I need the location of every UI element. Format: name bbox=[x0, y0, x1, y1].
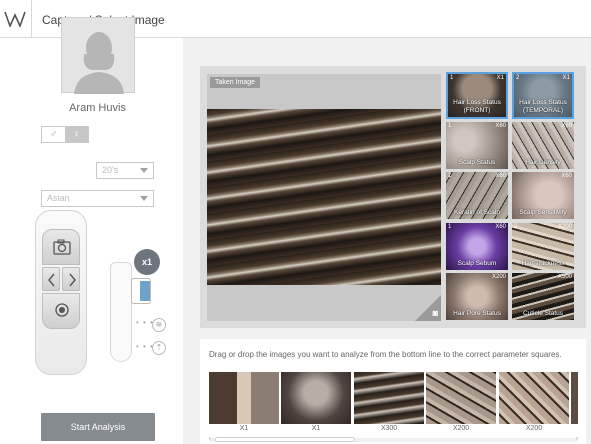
profile-panel bbox=[0, 38, 183, 444]
usb-icon[interactable]: ⇡ bbox=[152, 341, 166, 355]
person-silhouette-icon bbox=[74, 32, 124, 94]
param-hair-loss-front[interactable]: 1 X1 Hair Loss Status (FRONT) bbox=[446, 72, 508, 119]
camera-icon bbox=[53, 239, 71, 255]
user-name: Aram Huvis bbox=[69, 102, 126, 114]
camera-icon[interactable]: ◙ bbox=[433, 308, 438, 318]
slot-number: 1 bbox=[448, 173, 452, 179]
slot-label: Hair Pore Status bbox=[453, 310, 501, 317]
slot-number: 1 bbox=[448, 224, 452, 230]
slot-zoom: X1 bbox=[562, 75, 570, 81]
slot-zoom: X60 bbox=[495, 224, 506, 230]
drop-hint-text: Drag or drop the images you want to anal… bbox=[209, 350, 562, 359]
previous-button[interactable] bbox=[42, 267, 60, 291]
slot-zoom: X200 bbox=[557, 224, 572, 230]
slot-label: Scalp Status bbox=[458, 159, 496, 166]
slot-zoom: X60 bbox=[561, 123, 572, 129]
slot-label: Cuticle Status bbox=[522, 310, 564, 317]
probe-lens bbox=[131, 278, 151, 304]
strip-image-label: X300 bbox=[380, 425, 398, 432]
image-strip bbox=[209, 372, 578, 426]
gender-toggle: ♂ ♀ bbox=[41, 126, 89, 143]
slot-number: 1 bbox=[448, 123, 452, 129]
param-hair-loss-temporal[interactable]: 2 X1 Hair Loss Status (TEMPORAL) bbox=[512, 72, 574, 119]
strip-scrollbar[interactable]: ‹ › bbox=[209, 436, 578, 443]
taken-image-label: Taken Image bbox=[210, 77, 261, 88]
chevron-right-icon bbox=[69, 273, 76, 287]
slot-label: Hair Thickness bbox=[521, 260, 565, 267]
param-hair-density[interactable]: X60 Hair Density bbox=[512, 122, 574, 169]
strip-image-label: X1 bbox=[239, 425, 249, 432]
chevron-left-icon bbox=[48, 273, 55, 287]
avatar[interactable] bbox=[61, 17, 135, 94]
param-cuticle-status[interactable]: X500 Cuticle Status bbox=[512, 273, 574, 320]
start-analysis-button[interactable]: Start Analysis bbox=[41, 413, 155, 441]
scroll-right-icon[interactable]: › bbox=[576, 436, 578, 442]
slot-label: Hair Loss Status (FRONT) bbox=[453, 99, 501, 114]
camera-button[interactable] bbox=[42, 229, 80, 265]
slot-label: Scalp Sensitivity bbox=[519, 209, 567, 216]
ethnicity-select[interactable]: Asian bbox=[41, 190, 154, 207]
zoom-level-badge: x1 bbox=[134, 249, 160, 275]
scroll-left-icon[interactable]: ‹ bbox=[209, 436, 211, 442]
gender-male-button[interactable]: ♂ bbox=[42, 127, 65, 142]
param-scalp-sensitivity[interactable]: X60 Scalp Sensitivity bbox=[512, 172, 574, 219]
ethnicity-select-value: Asian bbox=[47, 193, 70, 203]
param-keratin-of-scalp[interactable]: 1 X60 Keratin of Scalp bbox=[446, 172, 508, 219]
slot-label: Hair Density bbox=[525, 159, 561, 166]
strip-image[interactable] bbox=[499, 372, 569, 424]
strip-image-label: X1 bbox=[311, 425, 321, 432]
age-select-value: 20's bbox=[102, 165, 119, 175]
slot-zoom: X60 bbox=[561, 173, 572, 179]
taken-image bbox=[207, 109, 441, 285]
wifi-icon[interactable]: ≋ bbox=[152, 318, 166, 332]
slot-number: 2 bbox=[514, 224, 518, 230]
scroll-thumb[interactable] bbox=[215, 437, 355, 442]
slot-zoom: X1 bbox=[496, 75, 504, 81]
gender-female-button[interactable]: ♀ bbox=[65, 127, 88, 142]
taken-image-viewer[interactable]: Taken Image ◙ bbox=[207, 74, 441, 321]
strip-image[interactable] bbox=[426, 372, 496, 424]
slot-zoom: X200 bbox=[491, 274, 506, 280]
slot-zoom: X60 bbox=[495, 173, 506, 179]
next-button[interactable] bbox=[62, 267, 80, 291]
capture-button[interactable] bbox=[42, 293, 80, 329]
param-hair-thickness[interactable]: 2 X200 Hair Thickness bbox=[512, 223, 574, 270]
age-select[interactable]: 20's bbox=[96, 162, 154, 179]
app-logo-icon bbox=[0, 0, 32, 38]
chevron-down-icon bbox=[140, 196, 148, 201]
strip-image[interactable] bbox=[354, 372, 424, 424]
strip-image[interactable] bbox=[571, 372, 578, 424]
param-hair-pore-status[interactable]: X200 Hair Pore Status bbox=[446, 273, 508, 320]
chevron-down-icon bbox=[140, 168, 148, 173]
strip-image[interactable] bbox=[281, 372, 351, 424]
device-remote bbox=[35, 210, 87, 375]
slot-number: 1 bbox=[450, 75, 454, 81]
parameter-grid: 1 X1 Hair Loss Status (FRONT) 2 X1 Hair L… bbox=[446, 72, 576, 322]
strip-image-label: X200 bbox=[525, 425, 543, 432]
param-scalp-sebum[interactable]: 1 X60 Scalp Sebum bbox=[446, 223, 508, 270]
slot-zoom: X500 bbox=[557, 274, 572, 280]
probe-device bbox=[110, 262, 132, 362]
slot-label: Hair Loss Status (TEMPORAL) bbox=[519, 99, 567, 114]
slot-number: 2 bbox=[516, 75, 520, 81]
strip-image[interactable] bbox=[209, 372, 279, 424]
slot-zoom: X60 bbox=[495, 123, 506, 129]
param-scalp-status[interactable]: 1 X60 Scalp Status bbox=[446, 122, 508, 169]
slot-label: Keratin of Scalp bbox=[454, 209, 500, 216]
slot-label: Scalp Sebum bbox=[457, 260, 497, 267]
strip-image-label: X200 bbox=[452, 425, 470, 432]
record-icon bbox=[55, 303, 69, 317]
